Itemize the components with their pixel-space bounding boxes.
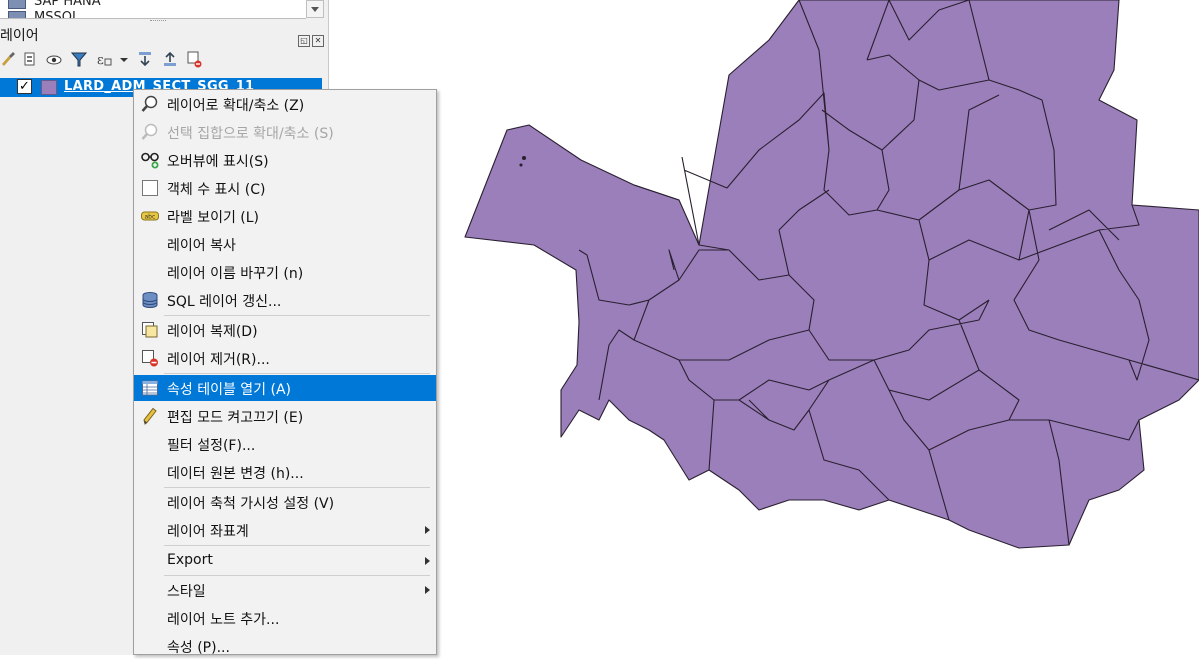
menu-item-properties[interactable]: 속성 (P)... [134, 633, 436, 659]
menu-item-layer-crs[interactable]: 레이어 좌표계 [134, 517, 436, 543]
menu-separator [164, 545, 430, 546]
remove-layer-icon [141, 349, 159, 367]
district-polygon-outline [464, 0, 1199, 549]
database-icon [8, 10, 26, 18]
menu-item-update-sql-layer[interactable]: SQL 레이어 갱신... [134, 287, 436, 313]
menu-separator [164, 315, 430, 316]
panel-window-buttons: ◱ ✕ [296, 28, 324, 47]
expand-all-icon[interactable] [137, 50, 153, 68]
browser-tree[interactable]: SAP HANA MSSQL [0, 0, 306, 19]
map-canvas[interactable] [329, 0, 1199, 655]
menu-item-rename-layer[interactable]: 레이어 이름 바꾸기 (n) [134, 259, 436, 285]
submenu-arrow-icon [425, 586, 430, 594]
menu-item-remove-layer[interactable]: 레이어 제거(R)... [134, 345, 436, 371]
layer-visibility-checkbox[interactable]: ✓ [17, 79, 32, 94]
style-brush-icon[interactable] [0, 50, 16, 68]
menu-separator [164, 373, 430, 374]
collapse-all-icon[interactable] [162, 50, 178, 68]
add-group-icon[interactable] [22, 50, 38, 68]
menu-item-show-in-overview[interactable]: 오버뷰에 표시(S) [134, 147, 436, 173]
menu-item-set-scale-visibility[interactable]: 레이어 축척 가시성 설정 (V) [134, 489, 436, 515]
menu-item-duplicate-layer[interactable]: 레이어 복제(D) [134, 317, 436, 343]
attribute-table-icon [141, 379, 159, 397]
menu-item-copy-layer[interactable]: 레이어 복사 [134, 231, 436, 257]
menu-item-filter[interactable]: 필터 설정(F)... [134, 431, 436, 457]
menu-item-styles[interactable]: 스타일 [134, 577, 436, 603]
submenu-arrow-icon [425, 557, 430, 565]
menu-separator [164, 575, 430, 576]
menu-item-zoom-to-layer[interactable]: 레이어로 확대/축소 (Z) [134, 91, 436, 117]
menu-item-toggle-editing[interactable]: 편집 모드 켜고끄기 (E) [134, 403, 436, 429]
expression-filter-icon[interactable]: ε [96, 50, 112, 68]
menu-separator [164, 487, 430, 488]
database-icon [141, 291, 159, 309]
overview-icon [141, 151, 159, 169]
submenu-arrow-icon [425, 526, 430, 534]
panel-splitter[interactable] [150, 20, 166, 23]
zoom-to-selection-icon [141, 123, 159, 141]
menu-item-add-layer-notes[interactable]: 레이어 노트 추가... [134, 605, 436, 631]
checkbox-icon [141, 179, 159, 197]
duplicate-layer-icon [141, 321, 159, 339]
label-icon: abc [141, 207, 159, 225]
zoom-to-layer-icon [141, 95, 159, 113]
browser-scroll-down-button[interactable] [306, 0, 324, 18]
layer-context-menu: 레이어로 확대/축소 (Z) 선택 집합으로 확대/축소 (S) 오버뷰에 표시… [133, 89, 437, 656]
menu-item-show-labels[interactable]: abc 라벨 보이기 (L) [134, 203, 436, 229]
svg-text:abc: abc [145, 214, 156, 221]
eye-visibility-icon[interactable] [46, 50, 62, 68]
browser-item-mssql[interactable]: MSSQL [8, 10, 79, 18]
svg-text:ε: ε [97, 53, 104, 68]
filter-legend-icon[interactable] [70, 50, 88, 68]
pencil-icon [141, 407, 159, 425]
remove-layer-icon[interactable] [186, 50, 202, 68]
menu-item-show-feature-count[interactable]: 객체 수 표시 (C) [134, 175, 436, 201]
menu-item-zoom-to-selection[interactable]: 선택 집합으로 확대/축소 (S) [134, 119, 436, 145]
menu-item-open-attribute-table[interactable]: 속성 테이블 열기 (A) [134, 375, 436, 401]
seoul-district-map [464, 0, 1199, 549]
menu-item-change-data-source[interactable]: 데이터 원본 변경 (h)... [134, 459, 436, 485]
database-icon [8, 0, 26, 9]
layer-symbol-swatch[interactable] [41, 80, 57, 95]
browser-item-sap-hana[interactable]: SAP HANA [8, 0, 101, 9]
close-panel-icon[interactable]: ✕ [312, 35, 324, 47]
layers-panel-title: 레이어 [0, 28, 39, 44]
float-panel-icon[interactable]: ◱ [298, 35, 310, 47]
menu-item-export[interactable]: Export [134, 548, 436, 574]
dropdown-arrow-icon[interactable] [117, 50, 133, 68]
